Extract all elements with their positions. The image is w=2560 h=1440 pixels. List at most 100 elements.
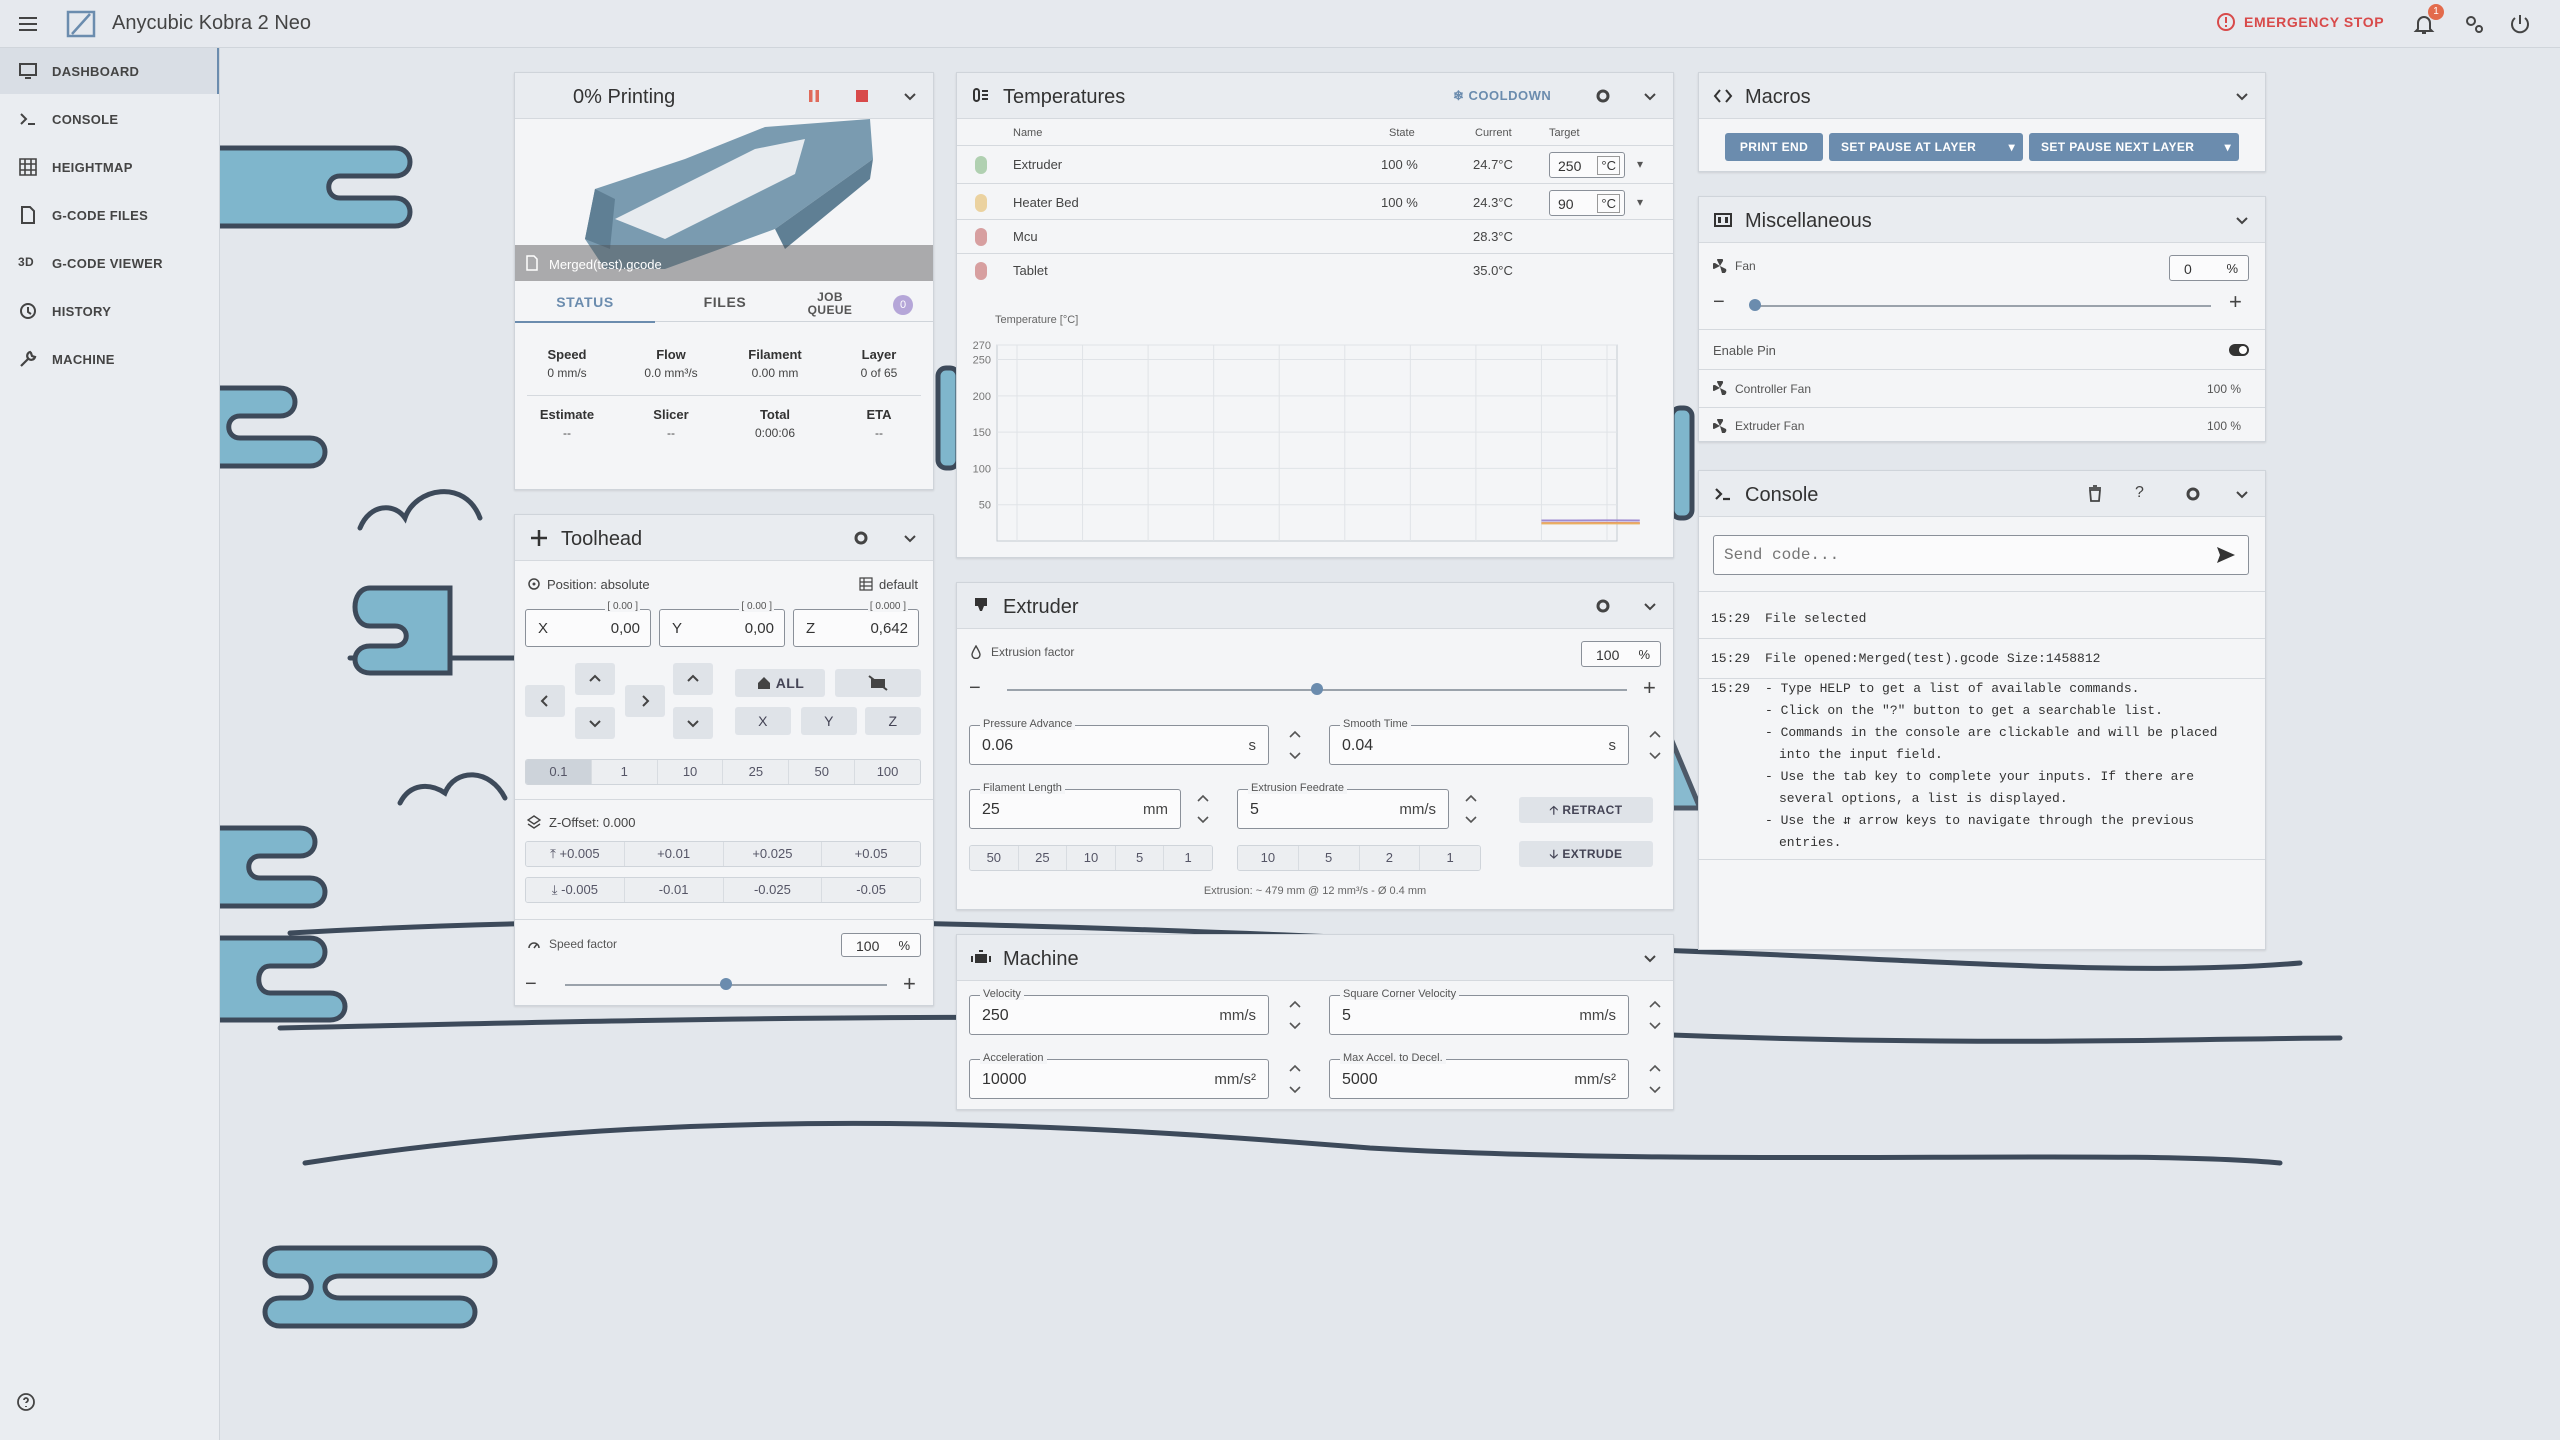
extrusion-factor-input[interactable]: 100 % [1581, 641, 1661, 667]
feedrate-step-button[interactable]: 10 [1238, 846, 1299, 870]
velocity-input[interactable]: Velocity 250 mm/s [969, 988, 1269, 1035]
sidebar-item-history[interactable]: HISTORY [0, 288, 219, 334]
feedrate-step-button[interactable]: 1 [1420, 846, 1480, 870]
power-icon[interactable] [2508, 12, 2532, 36]
extrusion-factor-slider-handle[interactable] [1311, 683, 1323, 695]
stop-icon[interactable] [853, 87, 871, 105]
chevron-down-icon[interactable] [901, 87, 919, 105]
z-offset-down-button[interactable]: ⤓ -0.005 [526, 878, 625, 902]
position-y-input[interactable]: Y 0,00 [ 0.00 ] [659, 601, 785, 647]
fan-speed-input[interactable]: 0 % [2169, 255, 2249, 281]
menu-icon[interactable] [16, 12, 40, 36]
preset-menu-down-icon[interactable]: ▾ [1637, 195, 1643, 209]
smooth-time-input[interactable]: Smooth Time 0.04 s [1329, 718, 1629, 765]
console-line[interactable]: 15:29 File selected [1699, 599, 2265, 639]
speed-factor-input[interactable]: 100 % [841, 933, 921, 957]
retract-button[interactable]: 🡡 RETRACT [1519, 797, 1653, 823]
acceleration-stepper-icon[interactable] [1287, 1059, 1303, 1099]
settings-cogs-icon[interactable] [2462, 12, 2486, 36]
sidebar-item-machine[interactable]: MACHINE [0, 336, 219, 382]
extrusion-feedrate-stepper-icon[interactable] [1463, 789, 1479, 829]
gear-icon[interactable] [1593, 596, 1613, 616]
z-offset-up-button[interactable]: +0.01 [624, 842, 724, 866]
jog-y-plus-button[interactable] [575, 663, 615, 695]
filament-length-step-button[interactable]: 50 [970, 846, 1019, 870]
sidebar-item-heightmap[interactable]: HEIGHTMAP [0, 144, 219, 190]
chevron-down-icon[interactable] [1641, 87, 1659, 105]
step-size-button[interactable]: 1 [591, 760, 658, 784]
z-offset-down-button[interactable]: -0.025 [723, 878, 823, 902]
home-z-button[interactable]: Z [865, 707, 921, 735]
z-offset-up-button[interactable]: ⤒ +0.005 [526, 842, 625, 866]
filament-length-step-button[interactable]: 10 [1067, 846, 1116, 870]
position-z-input[interactable]: Z 0,642 [ 0.000 ] [793, 601, 919, 647]
filament-length-stepper-icon[interactable] [1195, 789, 1211, 829]
chevron-down-icon[interactable] [2233, 211, 2251, 229]
fan-speed-slider-handle[interactable] [1749, 299, 1761, 311]
preset-menu-down-icon[interactable]: ▾ [1637, 157, 1643, 171]
z-offset-up-button[interactable]: +0.05 [822, 842, 920, 866]
jog-z-minus-button[interactable] [673, 707, 713, 739]
step-size-button[interactable]: 50 [789, 760, 856, 784]
chevron-down-icon[interactable] [2233, 87, 2251, 105]
console-send-code-input[interactable] [1713, 535, 2249, 575]
feedrate-step-button[interactable]: 5 [1298, 846, 1360, 870]
jog-y-minus-button[interactable] [575, 707, 615, 739]
acceleration-input[interactable]: Acceleration 10000 mm/s² [969, 1052, 1269, 1099]
send-icon[interactable] [2216, 546, 2236, 564]
step-size-button[interactable]: 0.1 [526, 760, 592, 784]
extrusion-minus-button[interactable]: − [969, 677, 981, 700]
fan-plus-button[interactable]: + [2229, 289, 2242, 315]
step-size-button[interactable]: 100 [855, 760, 920, 784]
extrusion-feedrate-input[interactable]: Extrusion Feedrate 5 mm/s [1237, 782, 1449, 829]
jog-z-plus-button[interactable] [673, 663, 713, 695]
filament-length-input[interactable]: Filament Length 25 mm [969, 782, 1181, 829]
gear-icon[interactable] [851, 528, 871, 548]
target-temperature-input[interactable]: 250 °C [1549, 152, 1625, 178]
step-size-button[interactable]: 25 [723, 760, 790, 784]
console-input[interactable] [1724, 544, 2204, 566]
pause-icon[interactable] [805, 87, 823, 105]
help-question-icon[interactable]: ? [2135, 484, 2144, 502]
sidebar-item-console[interactable]: CONSOLE [0, 96, 219, 142]
sidebar-item-gcode-files[interactable]: G-CODE FILES [0, 192, 219, 238]
console-line[interactable]: 15:29 File opened:Merged(test).gcode Size… [1699, 639, 2265, 679]
z-offset-up-button[interactable]: +0.025 [723, 842, 823, 866]
velocity-stepper-icon[interactable] [1287, 995, 1303, 1035]
sidebar-item-gcode-viewer[interactable]: 3D G-CODE VIEWER [0, 240, 219, 286]
filament-length-step-button[interactable]: 25 [1018, 846, 1068, 870]
square-corner-velocity-input[interactable]: Square Corner Velocity 5 mm/s [1329, 988, 1629, 1035]
jog-x-minus-button[interactable] [525, 685, 565, 717]
pressure-advance-input[interactable]: Pressure Advance 0.06 s [969, 718, 1269, 765]
z-offset-down-button[interactable]: -0.05 [822, 878, 920, 902]
fan-speed-slider[interactable] [1755, 305, 2211, 307]
gear-icon[interactable] [2183, 484, 2203, 504]
home-y-button[interactable]: Y [801, 707, 857, 735]
square-corner-velocity-stepper-icon[interactable] [1647, 995, 1663, 1035]
speed-plus-button[interactable]: + [903, 971, 916, 997]
emergency-stop-button[interactable]: EMERGENCY STOP [2216, 12, 2384, 32]
smooth-time-stepper-icon[interactable] [1647, 725, 1663, 765]
feedrate-step-button[interactable]: 2 [1359, 846, 1421, 870]
motors-off-button[interactable] [835, 669, 921, 697]
position-x-input[interactable]: X 0,00 [ 0.00 ] [525, 601, 651, 647]
sidebar-item-dashboard[interactable]: DASHBOARD [0, 48, 219, 94]
macro-set-pause-next-layer-button[interactable]: SET PAUSE NEXT LAYER ▾ [2029, 133, 2239, 161]
enable-pin-toggle[interactable] [2229, 344, 2249, 356]
chevron-down-icon[interactable] [1641, 597, 1659, 615]
speed-minus-button[interactable]: − [525, 973, 537, 996]
tab-status[interactable]: STATUS [515, 281, 655, 323]
home-all-button[interactable]: ALL [735, 669, 825, 697]
jog-x-plus-button[interactable] [625, 685, 665, 717]
pressure-advance-stepper-icon[interactable] [1287, 725, 1303, 765]
delete-icon[interactable] [2087, 485, 2103, 503]
macro-set-pause-at-layer-button[interactable]: SET PAUSE AT LAYER ▾ [1829, 133, 2023, 161]
chevron-down-icon[interactable] [2233, 485, 2251, 503]
target-temperature-input[interactable]: 90 °C [1549, 190, 1625, 216]
extrusion-plus-button[interactable]: + [1643, 675, 1656, 701]
gear-icon[interactable] [1593, 86, 1613, 106]
speed-factor-slider-handle[interactable] [720, 978, 732, 990]
step-size-button[interactable]: 10 [657, 760, 724, 784]
chevron-down-icon[interactable] [901, 529, 919, 547]
tab-job-queue[interactable]: JOB QUEUE [805, 291, 855, 317]
